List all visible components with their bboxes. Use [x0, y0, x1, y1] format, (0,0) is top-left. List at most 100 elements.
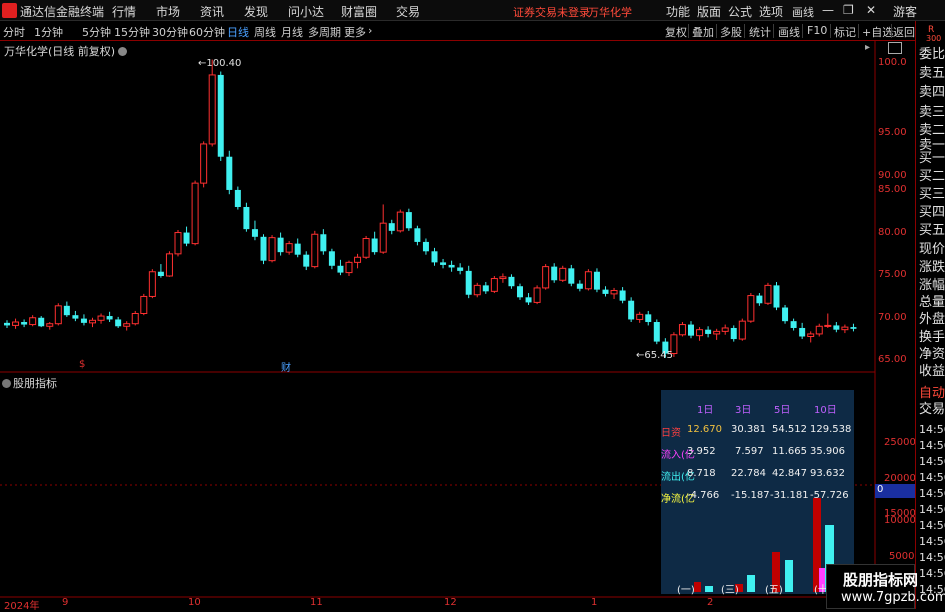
bottom-label: (五) [765, 585, 783, 596]
candle-body [63, 305, 70, 316]
indicator-title[interactable]: 股朋指标 [2, 375, 57, 391]
chart-expand-icon[interactable] [888, 42, 902, 54]
candle-body [782, 307, 789, 322]
menu-function[interactable]: 功能 [666, 3, 690, 20]
candle-body [371, 238, 378, 253]
chart-title-text: 万华化学(日线 前复权) [4, 45, 116, 58]
period-15min[interactable]: 15分钟 [114, 24, 150, 40]
candle-body [833, 325, 840, 330]
period-60min[interactable]: 60分钟 [189, 24, 225, 40]
candle-body [738, 320, 746, 340]
indicator-menu-icon[interactable] [2, 379, 11, 388]
candle-body [525, 297, 532, 303]
close-icon[interactable]: ✕ [866, 3, 876, 17]
period-daily[interactable]: 日线 [227, 24, 249, 40]
menu-market[interactable]: 市场 [156, 3, 180, 20]
tool-stats[interactable]: 统计 [749, 24, 771, 40]
candle-body [499, 276, 507, 280]
tool-back[interactable]: 返回 [893, 24, 915, 40]
guest-user[interactable]: 游客 [893, 3, 917, 20]
quote-label: 买二 [919, 169, 945, 184]
quote-label: 买三 [919, 187, 945, 202]
trade-time: 14:56 [919, 519, 945, 532]
candle-body [226, 156, 233, 190]
period-monthly[interactable]: 月线 [281, 24, 303, 40]
candle-body [678, 324, 686, 336]
candle-body [628, 300, 635, 320]
ind-y-tick: 10000 [884, 515, 916, 526]
period-more[interactable]: 更多 [344, 24, 366, 40]
trade-time: 14:56 [919, 471, 945, 484]
menu-formula[interactable]: 公式 [728, 3, 752, 20]
date-label: 9 [62, 597, 69, 608]
chart-title[interactable]: 万华化学(日线 前复权) [4, 43, 128, 59]
finance-marker[interactable]: 财 [281, 359, 291, 374]
tool-mark[interactable]: 标记 [834, 24, 856, 40]
period-multi[interactable]: 多周期 [308, 24, 341, 40]
tool-add-watchlist[interactable]: +自选 [862, 24, 893, 40]
quote-label: 卖二 [919, 123, 945, 138]
period-30min[interactable]: 30分钟 [152, 24, 188, 40]
trade-time: 14:56 [919, 551, 945, 564]
candle-body [636, 313, 644, 320]
candle-body [422, 241, 429, 252]
tool-adjust[interactable]: 复权 [665, 24, 687, 40]
menu-quotes[interactable]: 行情 [112, 3, 136, 20]
menu-trade[interactable]: 交易 [396, 3, 420, 20]
y-tick: 75.00 [878, 269, 907, 280]
quote-label: 涨跌 [919, 260, 945, 275]
trade-label[interactable]: 交易 [919, 403, 945, 417]
date-label: 10 [188, 597, 201, 608]
candle-body [123, 323, 131, 327]
menu-layout[interactable]: 版面 [697, 3, 721, 20]
candle-body [345, 261, 353, 274]
candle-body [773, 285, 780, 308]
tool-overlay[interactable]: 叠加 [692, 24, 714, 40]
period-1min[interactable]: 1分钟 [34, 24, 63, 40]
trade-time: 14:56 [919, 503, 945, 516]
candle-body [217, 74, 224, 157]
candle-body [140, 295, 148, 314]
period-5min[interactable]: 5分钟 [82, 24, 111, 40]
menu-discover[interactable]: 发现 [244, 3, 268, 20]
candle-body [533, 287, 541, 303]
sidebar-num: 300 [926, 34, 942, 43]
tool-multistock[interactable]: 多股 [720, 24, 742, 40]
period-weekly[interactable]: 周线 [254, 24, 276, 40]
dividend-marker[interactable]: $ [79, 359, 85, 370]
menu-options[interactable]: 选项 [759, 3, 783, 20]
chart-menu-icon[interactable]: ▸ [865, 42, 870, 53]
candle-body [80, 318, 87, 323]
candle-body [191, 182, 199, 245]
restore-icon[interactable]: ❐ [843, 3, 854, 17]
period-timeshare[interactable]: 分时 [3, 24, 25, 40]
candle-body [457, 267, 464, 271]
auto-trade-label[interactable]: 自动 [919, 387, 945, 401]
more-chevron-icon[interactable]: › [368, 24, 372, 37]
quote-label: 买五 [919, 223, 945, 238]
candle-body [183, 232, 190, 244]
settings-icon[interactable] [118, 47, 128, 56]
candle-body [354, 256, 362, 263]
candle-body [396, 211, 404, 232]
candle-body [653, 322, 660, 342]
candle-body [559, 267, 567, 281]
quote-label: 卖三 [919, 105, 945, 120]
candle-body [824, 324, 832, 327]
y-tick: 95.00 [878, 127, 907, 138]
candle-body [320, 234, 327, 252]
menu-wealth[interactable]: 财富圈 [341, 3, 377, 20]
menu-ask[interactable]: 问小达 [288, 3, 324, 20]
candle-body [584, 271, 592, 290]
login-status[interactable]: 证券交易未登录 [513, 4, 590, 20]
minimize-icon[interactable]: — [822, 3, 834, 17]
menu-news[interactable]: 资讯 [200, 3, 224, 20]
app-logo-icon [2, 3, 17, 18]
candle-body [200, 143, 208, 184]
quote-label: 买一 [919, 151, 945, 166]
indicator-title-text: 股朋指标 [13, 377, 57, 390]
tool-drawline[interactable]: 画线 [778, 24, 800, 40]
tool-f10[interactable]: F10 [807, 24, 827, 37]
candle-body [115, 319, 122, 327]
menu-draw[interactable]: 画线 [792, 4, 814, 20]
